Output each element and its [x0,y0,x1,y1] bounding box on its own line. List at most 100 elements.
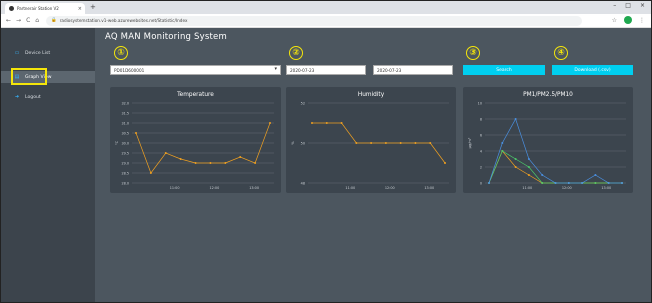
chart-svg: PM1/PM2.5/PM10 0 2 4 6 8 10 µg/m³ 11:00 12:00 13:0… [468,92,626,190]
y-axis-label: % [291,141,295,145]
data-point [384,142,387,144]
data-point [527,174,530,176]
data-point [607,182,610,184]
browser-tabstrip: Partnerair Station V2 × + – □ × [1,1,651,14]
device-select[interactable]: PD01D600001 ▾ [110,65,281,75]
date-from-input[interactable]: 2020-07-23 [286,65,366,75]
x-tick-label: 13:00 [249,186,259,190]
date-to-input[interactable]: 2020-07-23 [373,65,453,75]
back-icon[interactable]: ← [6,17,11,24]
data-point [414,142,417,144]
monitor-icon: ▭ [14,50,20,56]
x-tick-label: 13:00 [601,186,611,190]
screenshot-frame: Partnerair Station V2 × + – □ × ← → C ⌂ … [0,0,652,303]
data-point [164,152,167,154]
data-point [581,182,584,184]
minimize-icon[interactable]: – [613,2,616,9]
new-tab-button[interactable]: + [90,3,96,11]
profile-avatar[interactable] [624,16,632,24]
chart-svg: Humidity 48 50 52% 11:00 12:00 13:00 [291,92,449,190]
y-tick-label: 30.0 [121,141,129,145]
data-point [621,182,623,184]
humidity-chart: Humidity 48 50 52% 11:00 12:00 13:00 [286,87,456,193]
data-point [340,122,343,124]
y-tick-label: 52 [301,101,305,105]
forward-icon[interactable]: → [16,17,21,24]
y-tick-label: 29.0 [121,161,129,165]
data-point [194,162,197,164]
pm-chart: PM1/PM2.5/PM10 0 2 4 6 8 10 µg/m³ 11:00 12:00 13:0… [463,87,633,193]
browser-toolbar: ← → C ⌂ 🔒 radiosystemstation.v1-web.azur… [1,14,651,28]
x-tick-label: 11:00 [345,186,355,190]
lock-icon: 🔒 [51,18,57,23]
data-point [554,182,557,184]
step-marker-1: ① [114,46,128,60]
toolbar-right: ☆ ⋮ [612,16,645,24]
data-point [501,150,504,152]
data-point [149,172,152,174]
chart-svg: Temperature 28.0 28.5 29.0 29.5 30.0 30.5 31.0 3… [115,92,274,190]
data-point [370,142,373,144]
sidebar-item-logout[interactable]: ➜ Logout [1,91,95,103]
data-point [209,162,212,164]
step-marker-3: ③ [466,46,480,60]
y-tick-label: 2 [480,165,482,169]
chart-title: Temperature [176,92,214,98]
x-tick-label: 11:00 [170,186,180,190]
menu-icon[interactable]: ⋮ [639,17,645,24]
favicon-icon [9,6,14,11]
data-point [527,158,530,160]
browser-tab[interactable]: Partnerair Station V2 × [5,3,85,14]
data-point [541,174,544,176]
star-icon[interactable]: ☆ [612,17,617,24]
download-csv-button[interactable]: Download (.csv) [552,65,633,75]
step-marker-2: ② [289,46,303,60]
y-tick-label: 50 [301,141,305,145]
data-point [224,162,227,164]
data-point [444,162,446,164]
y-tick-label: 32.0 [121,101,129,105]
data-point [269,122,271,124]
y-tick-label: 48 [301,181,305,185]
y-tick-label: 8 [480,117,482,121]
search-button[interactable]: Search [463,65,545,75]
data-point [311,122,313,124]
data-point [567,182,570,184]
data-point [355,142,358,144]
y-axis-label: °C [115,140,119,145]
data-point [325,122,328,124]
logout-icon: ➜ [14,94,20,100]
maximize-icon[interactable]: □ [625,2,631,9]
sidebar: ▭ Device List ▤ Graph View ➜ Logout [1,28,95,302]
home-icon[interactable]: ⌂ [35,17,39,24]
y-tick-label: 29.5 [121,151,129,155]
close-window-icon[interactable]: × [640,2,645,9]
data-point [514,166,517,168]
chart-title: Humidity [358,92,385,98]
y-tick-label: 31.5 [121,111,129,115]
data-point [429,142,432,144]
temperature-chart: Temperature 28.0 28.5 29.0 29.5 30.0 30.5 31.0 3… [110,87,281,193]
x-tick-label: 11:00 [522,186,532,190]
chart-title: PM1/PM2.5/PM10 [523,92,573,98]
window-controls: – □ × [613,2,645,9]
device-select-value: PD01D600001 [114,67,145,73]
address-bar[interactable]: 🔒 radiosystemstation.v1-web.azurewebsite… [46,15,583,26]
sidebar-item-device-list[interactable]: ▭ Device List [1,47,95,59]
series-line [135,122,271,174]
highlight-box [11,68,47,85]
y-tick-label: 4 [480,149,482,153]
y-tick-label: 28.0 [121,181,129,185]
tab-close-icon[interactable]: × [78,6,85,12]
data-point [514,158,517,160]
data-point [514,118,517,120]
y-tick-label: 28.5 [121,171,129,175]
data-point [594,174,597,176]
data-point [179,158,182,160]
data-point [399,142,402,144]
y-tick-label: 0 [480,181,482,185]
url-text: radiosystemstation.v1-web.azurewebsites.… [59,18,188,23]
y-tick-label: 30.5 [121,131,129,135]
x-tick-label: 13:00 [424,186,434,190]
reload-icon[interactable]: C [26,17,30,24]
